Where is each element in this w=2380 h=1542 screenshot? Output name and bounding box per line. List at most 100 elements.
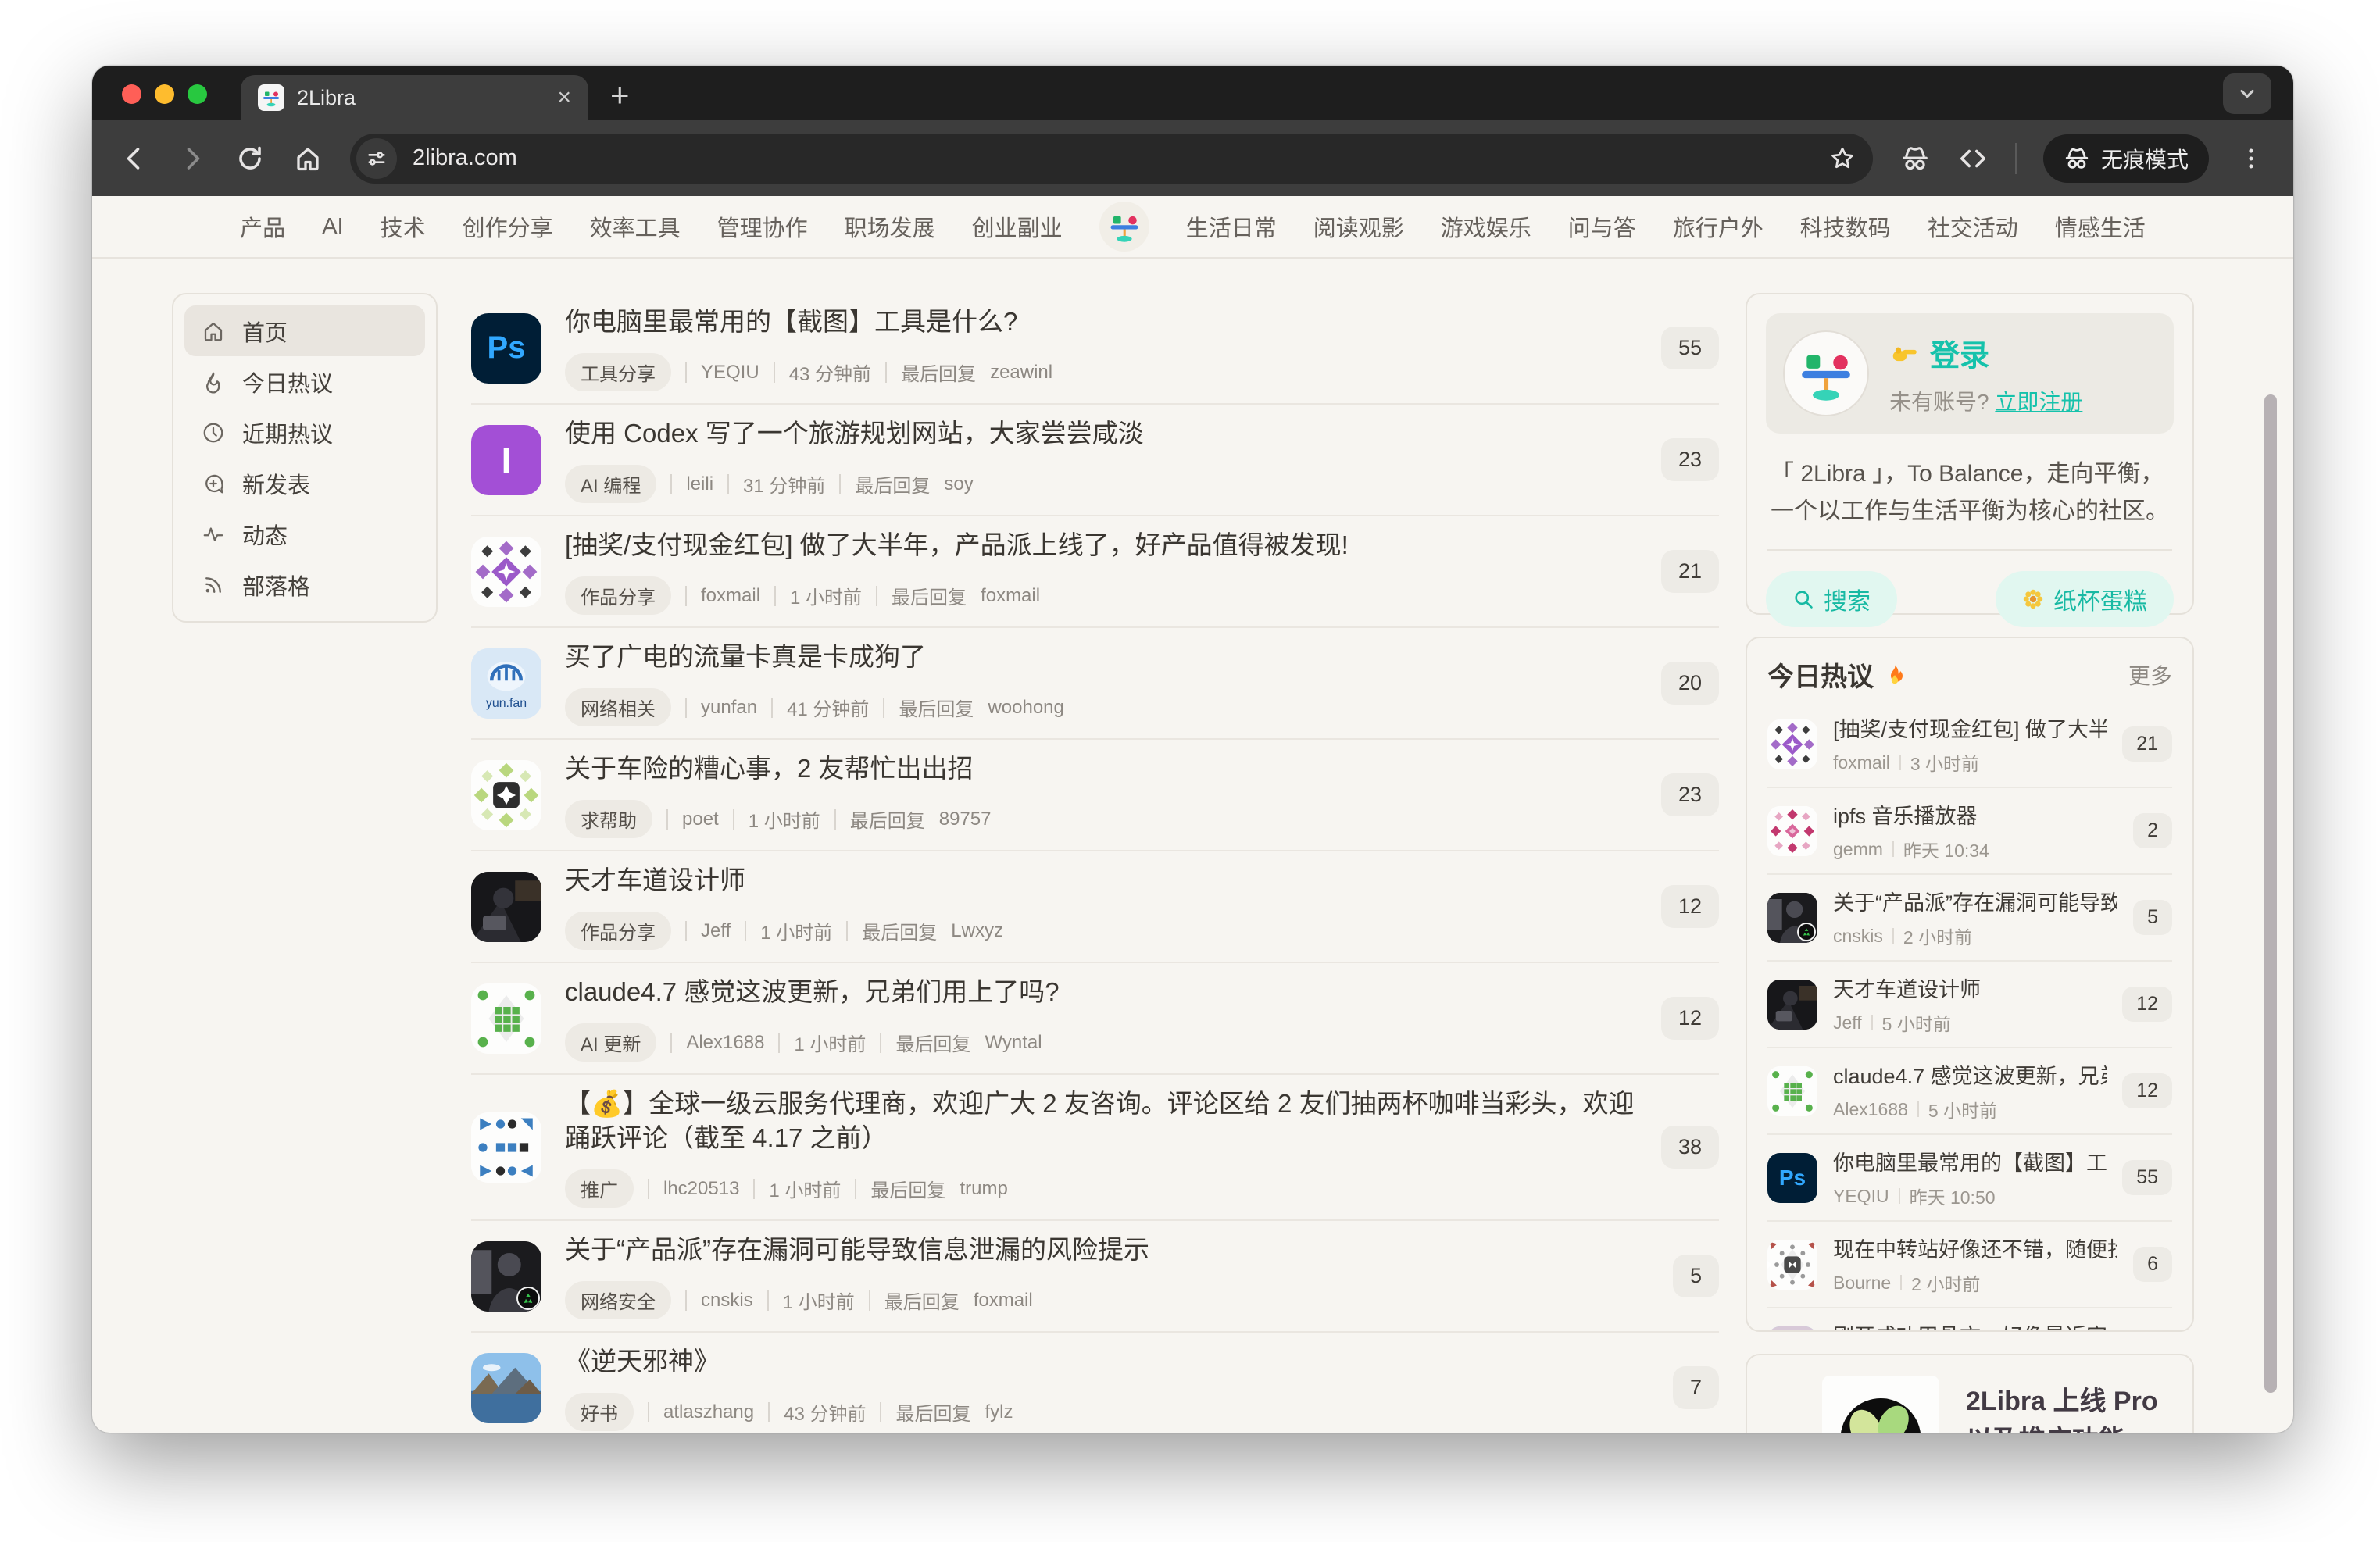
nav-item[interactable]: 生活日常 — [1186, 210, 1277, 243]
post-row[interactable]: 《逆天邪神》 好书 atlaszhang 43 分钟前 最后回复 fylz 7 — [471, 1331, 1719, 1433]
last-reply-user[interactable]: foxmail — [981, 585, 1040, 607]
hot-item[interactable]: claude4.7 感觉这波更新，兄弟们... Alex16885 小时前 12 — [1767, 1047, 2172, 1133]
incognito-toolbar-icon[interactable] — [1899, 143, 1931, 174]
nav-item[interactable]: 游戏娱乐 — [1441, 210, 1531, 243]
forward-button[interactable] — [177, 143, 208, 174]
hot-item[interactable]: [抽奖/支付现金红包] 做了大半年，... foxmail3 小时前 21 — [1767, 701, 2172, 787]
url-text[interactable]: 2libra.com — [413, 145, 1814, 171]
nav-item[interactable]: 旅行户外 — [1673, 210, 1764, 243]
post-title[interactable]: 《逆天邪神》 — [565, 1344, 1649, 1379]
post-author[interactable]: yunfan — [701, 697, 757, 719]
sidebar-item-today-hot[interactable]: 今日热议 — [184, 356, 425, 407]
post-row[interactable]: Ps 你电脑里最常用的【截图】工具是什么? 工具分享 YEQIU 43 分钟前 … — [471, 293, 1719, 403]
post-title[interactable]: 天才车道设计师 — [565, 863, 1638, 898]
browser-tab[interactable]: 2Libra × — [241, 75, 588, 120]
post-row[interactable]: 关于车险的糟心事，2 友帮忙出出招 求帮助 poet 1 小时前 最后回复 89… — [471, 738, 1719, 850]
nav-item[interactable]: 阅读观影 — [1313, 210, 1404, 243]
sidebar-item-home[interactable]: 首页 — [184, 305, 425, 356]
post-row[interactable]: 【💰】全球一级云服务代理商，欢迎广大 2 友咨询。评论区给 2 友们抽两杯咖啡当… — [471, 1073, 1719, 1219]
hot-item-author[interactable]: cnskis — [1833, 926, 1883, 947]
sidebar-item-recent-hot[interactable]: 近期热议 — [184, 407, 425, 458]
post-row[interactable]: 关于“产品派”存在漏洞可能导致信息泄漏的风险提示 网络安全 cnskis 1 小… — [471, 1219, 1719, 1331]
last-reply-user[interactable]: soy — [944, 473, 973, 495]
post-row[interactable]: [抽奖/支付现金红包] 做了大半年，产品派上线了，好产品值得被发现! 作品分享 … — [471, 515, 1719, 626]
post-title[interactable]: claude4.7 感觉这波更新，兄弟们用上了吗? — [565, 975, 1638, 1009]
promo-title[interactable]: 2Libra 上线 Pro 以及推广功能 — [1966, 1382, 2169, 1433]
post-row[interactable]: I 使用 Codex 写了一个旅游规划网站，大家尝尝咸淡 AI 编程 leili… — [471, 403, 1719, 515]
nav-item[interactable]: AI — [322, 214, 343, 240]
post-tag[interactable]: 推广 — [565, 1169, 634, 1208]
post-tag[interactable]: AI 编程 — [565, 465, 656, 503]
post-tag[interactable]: 作品分享 — [565, 576, 671, 615]
last-reply-user[interactable]: woohong — [988, 697, 1063, 719]
hot-item-author[interactable]: YEQIU — [1833, 1186, 1889, 1207]
post-title[interactable]: 买了广电的流量卡真是卡成狗了 — [565, 640, 1638, 674]
hot-item-title[interactable]: [抽奖/支付现金红包] 做了大半年，... — [1833, 712, 2107, 743]
post-tag[interactable]: 网络安全 — [565, 1281, 671, 1319]
nav-item[interactable]: 情感生活 — [2055, 210, 2146, 243]
hot-item-title[interactable]: ipfs 音乐播放器 — [1833, 799, 2117, 830]
post-tag[interactable]: 网络相关 — [565, 688, 671, 726]
hot-item[interactable]: 现在中转站好像还不错，随便找了... Bourne2 小时前 6 — [1767, 1220, 2172, 1307]
nav-item[interactable]: 产品 — [240, 210, 285, 243]
nav-item[interactable]: 技术 — [381, 210, 426, 243]
post-author[interactable]: poet — [682, 808, 719, 830]
hot-item-title[interactable]: 现在中转站好像还不错，随便找了... — [1833, 1233, 2117, 1263]
hot-item-author[interactable]: foxmail — [1833, 752, 1890, 773]
back-button[interactable] — [119, 143, 150, 174]
last-reply-user[interactable]: foxmail — [974, 1290, 1033, 1312]
post-title[interactable]: 你电脑里最常用的【截图】工具是什么? — [565, 305, 1638, 339]
hot-item-title[interactable]: claude4.7 感觉这波更新，兄弟们... — [1833, 1059, 2107, 1090]
promo-card[interactable]: 2Libra 上线 Pro 以及推广功能 — [1746, 1354, 2194, 1433]
search-button[interactable]: 搜索 — [1766, 571, 1897, 627]
more-link[interactable]: 更多 — [2128, 659, 2172, 691]
hot-item-author[interactable]: gemm — [1833, 839, 1883, 860]
last-reply-user[interactable]: 89757 — [939, 808, 992, 830]
hot-item-title[interactable]: 天才车道设计师 — [1833, 973, 2107, 1003]
browser-menu-button[interactable] — [2235, 143, 2267, 174]
hot-item-title[interactable]: 刚开成功甲骨文，好像最近容易开 — [1833, 1319, 2107, 1332]
post-author[interactable]: cnskis — [701, 1290, 753, 1312]
login-link[interactable]: 登录 — [1930, 331, 1989, 374]
last-reply-user[interactable]: Wyntal — [985, 1032, 1042, 1054]
hot-item-title[interactable]: 你电脑里最常用的【截图】工具是... — [1833, 1146, 2107, 1176]
post-author[interactable]: YEQIU — [701, 362, 759, 384]
nav-item[interactable]: 管理协作 — [717, 210, 808, 243]
post-tag[interactable]: 作品分享 — [565, 912, 671, 950]
post-row[interactable]: claude4.7 感觉这波更新，兄弟们用上了吗? AI 更新 Alex1688… — [471, 962, 1719, 1073]
cupcake-button[interactable]: 纸杯蛋糕 — [1996, 571, 2174, 627]
nav-item[interactable]: 科技数码 — [1800, 210, 1891, 243]
hot-item-author[interactable]: Alex1688 — [1833, 1099, 1908, 1120]
post-title[interactable]: 使用 Codex 写了一个旅游规划网站，大家尝尝咸淡 — [565, 416, 1638, 451]
last-reply-user[interactable]: fylz — [985, 1401, 1013, 1423]
last-reply-user[interactable]: trump — [960, 1178, 1007, 1200]
minimize-window-button[interactable] — [155, 84, 174, 104]
post-author[interactable]: foxmail — [701, 585, 760, 607]
post-author[interactable]: atlaszhang — [663, 1401, 754, 1423]
hot-item-author[interactable]: Bourne — [1833, 1273, 1891, 1294]
last-reply-user[interactable]: Lwxyz — [951, 920, 1003, 942]
tab-close-icon[interactable]: × — [557, 86, 571, 109]
post-author[interactable]: leili — [686, 473, 713, 495]
bookmark-star-icon[interactable] — [1829, 145, 1856, 172]
post-row[interactable]: yun.fan 买了广电的流量卡真是卡成狗了 网络相关 yunfan 41 分钟… — [471, 626, 1719, 738]
nav-item[interactable]: 社交活动 — [1928, 210, 2018, 243]
page-scrollbar[interactable] — [2264, 394, 2277, 1393]
nav-item[interactable]: 问与答 — [1568, 210, 1636, 243]
new-tab-button[interactable]: + — [610, 77, 630, 114]
hot-item[interactable]: 天才车道设计师 Jeff5 小时前 12 — [1767, 960, 2172, 1047]
post-tag[interactable]: 好书 — [565, 1393, 634, 1431]
site-settings-button[interactable] — [356, 138, 397, 179]
post-title[interactable]: 关于车险的糟心事，2 友帮忙出出招 — [565, 751, 1638, 786]
post-author[interactable]: lhc20513 — [663, 1178, 739, 1200]
sidebar-item-new-posts[interactable]: 新发表 — [184, 458, 425, 509]
nav-item[interactable]: 效率工具 — [590, 210, 681, 243]
tab-search-button[interactable] — [2223, 73, 2271, 114]
hot-item-title[interactable]: 关于“产品派”存在漏洞可能导致信... — [1833, 886, 2117, 916]
nav-item[interactable]: 创作分享 — [463, 210, 553, 243]
address-bar[interactable]: 2libra.com — [350, 134, 1873, 184]
post-author[interactable]: Alex1688 — [686, 1032, 764, 1054]
nav-item[interactable]: 创业副业 — [972, 210, 1063, 243]
last-reply-user[interactable]: zeawinl — [990, 362, 1052, 384]
post-row[interactable]: 天才车道设计师 作品分享 Jeff 1 小时前 最后回复 Lwxyz 12 — [471, 850, 1719, 962]
